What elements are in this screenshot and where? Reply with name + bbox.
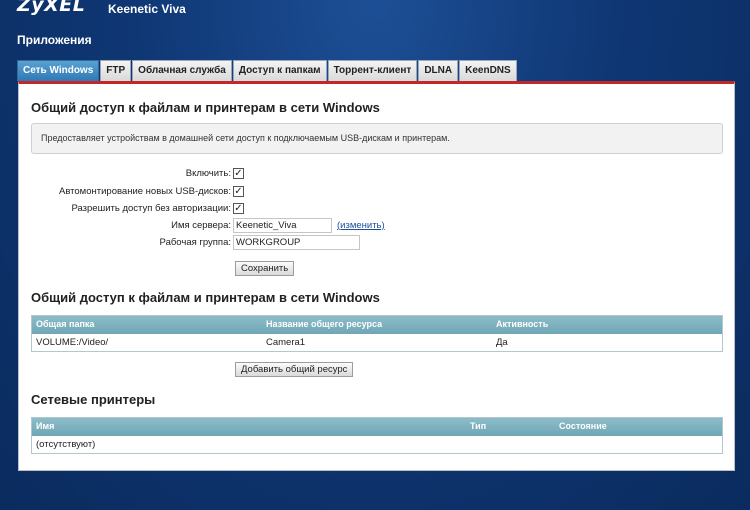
- settings-title: Общий доступ к файлам и принтерам в сети…: [31, 100, 380, 115]
- change-server-name-link[interactable]: (изменить): [337, 220, 385, 231]
- tab-cloud-service[interactable]: Облачная служба: [132, 60, 232, 81]
- server-name-row: Имя сервера: (изменить): [19, 218, 719, 234]
- shares-table: Общая папка Название общего ресурса Акти…: [31, 315, 723, 352]
- workgroup-input[interactable]: [233, 235, 360, 250]
- model-name: Keenetic Viva: [108, 2, 186, 16]
- workgroup-row: Рабочая группа:: [19, 235, 719, 251]
- top-bar: ZyXEL Keenetic Viva: [0, 0, 750, 22]
- enable-checkbox[interactable]: ✓: [233, 168, 244, 179]
- enable-label: Включить:: [185, 168, 231, 179]
- table-row: (отсутствуют): [32, 436, 722, 453]
- anon-access-label: Разрешить доступ без авторизации:: [71, 203, 231, 214]
- save-button[interactable]: Сохранить: [235, 261, 295, 276]
- automount-label: Автомонтирование новых USB-дисков:: [58, 186, 231, 197]
- tab-ftp[interactable]: FTP: [100, 60, 132, 81]
- col-share-name: Название общего ресурса: [266, 319, 383, 329]
- table-row[interactable]: VOLUME:/Video/ Camera1 Да: [32, 334, 722, 351]
- col-active: Активность: [496, 319, 549, 329]
- col-printer-type: Тип: [470, 421, 487, 431]
- tab-torrent-client[interactable]: Торрент-клиент: [327, 60, 418, 81]
- printer-name-cell: (отсутствуют): [36, 439, 96, 450]
- printers-table-header: Имя Тип Состояние: [32, 418, 722, 436]
- printers-title: Сетевые принтеры: [31, 392, 156, 407]
- description-box: Предоставляет устройствам в домашней сет…: [31, 123, 723, 154]
- tab-bar: Сеть Windows FTP Облачная служба Доступ …: [17, 60, 518, 81]
- col-printer-status: Состояние: [559, 421, 607, 431]
- server-name-label: Имя сервера:: [171, 220, 231, 231]
- shares-table-header: Общая папка Название общего ресурса Акти…: [32, 316, 722, 334]
- add-share-button[interactable]: Добавить общий ресурс: [235, 362, 354, 377]
- share-name-cell: Camera1: [266, 337, 306, 348]
- anon-access-row: Разрешить доступ без авторизации: ✓: [19, 201, 719, 217]
- tab-folder-access[interactable]: Доступ к папкам: [232, 60, 327, 81]
- server-name-input[interactable]: [233, 218, 332, 233]
- col-printer-name: Имя: [36, 421, 55, 431]
- tab-windows-network[interactable]: Сеть Windows: [17, 60, 100, 81]
- shared-folder-cell: VOLUME:/Video/: [36, 337, 109, 348]
- tab-keendns[interactable]: KeenDNS: [459, 60, 517, 81]
- zyxel-logo: ZyXEL: [17, 0, 86, 16]
- anon-access-checkbox[interactable]: ✓: [233, 203, 244, 214]
- col-shared-folder: Общая папка: [36, 319, 95, 329]
- automount-checkbox[interactable]: ✓: [233, 186, 244, 197]
- content-panel: Общий доступ к файлам и принтерам в сети…: [18, 81, 735, 471]
- enable-row: Включить: ✓: [19, 166, 719, 182]
- shares-title: Общий доступ к файлам и принтерам в сети…: [31, 290, 380, 305]
- automount-row: Автомонтирование новых USB-дисков: ✓: [19, 184, 719, 200]
- workgroup-label: Рабочая группа:: [159, 237, 231, 248]
- section-title: Приложения: [17, 33, 92, 47]
- active-cell: Да: [496, 337, 508, 348]
- tab-dlna[interactable]: DLNA: [418, 60, 459, 81]
- printers-table: Имя Тип Состояние (отсутствуют): [31, 417, 723, 454]
